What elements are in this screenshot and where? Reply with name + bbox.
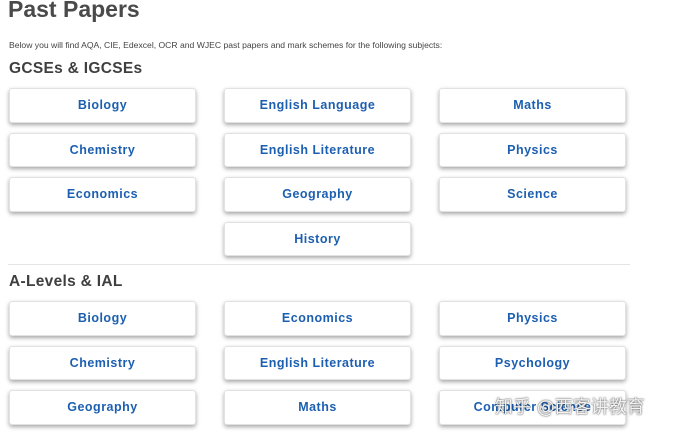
page-title: Past Papers (8, 0, 140, 22)
intro-text: Below you will find AQA, CIE, Edexcel, O… (9, 40, 443, 50)
section-divider (8, 264, 630, 265)
gcse-english-language-button[interactable]: English Language (224, 88, 411, 123)
alevel-geography-button[interactable]: Geography (9, 390, 196, 425)
past-papers-page: Past Papers Below you will find AQA, CIE… (0, 0, 682, 433)
alevel-english-literature-button[interactable]: English Literature (224, 345, 411, 380)
gcse-history-button[interactable]: History (224, 221, 411, 256)
gcse-geography-button[interactable]: Geography (224, 177, 411, 212)
zhihu-watermark: 知乎 @西客讲教育 (495, 397, 645, 418)
alevel-maths-button[interactable]: Maths (224, 390, 411, 425)
alevel-chemistry-button[interactable]: Chemistry (9, 345, 196, 380)
gcse-english-literature-button[interactable]: English Literature (224, 132, 411, 167)
gcse-chemistry-button[interactable]: Chemistry (9, 132, 196, 167)
gcse-maths-button[interactable]: Maths (439, 88, 626, 123)
alevel-biology-button[interactable]: Biology (9, 301, 196, 336)
alevel-physics-button[interactable]: Physics (439, 301, 626, 336)
gcse-science-button[interactable]: Science (439, 177, 626, 212)
gcse-section-heading: GCSEs & IGCSEs (9, 60, 143, 77)
gcse-subject-grid: Biology English Language Maths Chemistry… (9, 88, 629, 256)
gcse-physics-button[interactable]: Physics (439, 132, 626, 167)
gcse-biology-button[interactable]: Biology (9, 88, 196, 123)
alevel-section-heading: A-Levels & IAL (9, 273, 123, 290)
alevel-psychology-button[interactable]: Psychology (439, 345, 626, 380)
alevel-economics-button[interactable]: Economics (224, 301, 411, 336)
gcse-economics-button[interactable]: Economics (9, 177, 196, 212)
